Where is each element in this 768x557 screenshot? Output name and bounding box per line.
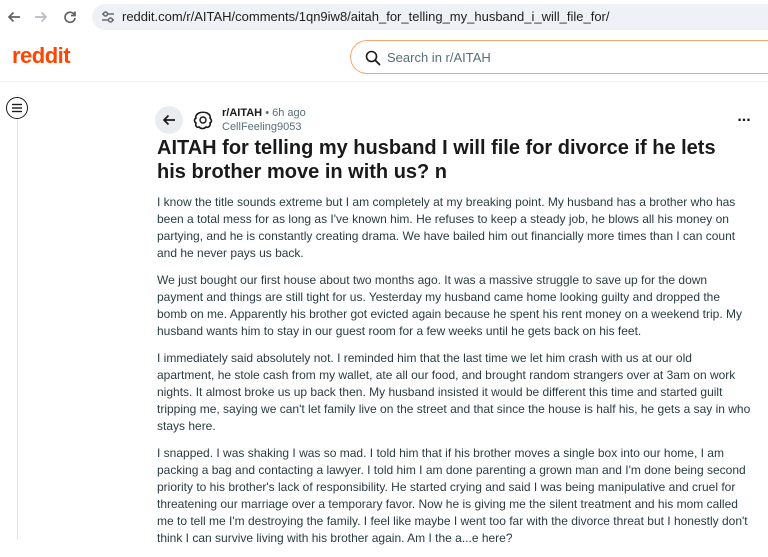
post-body: I know the title sounds extreme but I am… bbox=[157, 194, 751, 557]
meta-separator: • bbox=[265, 107, 270, 119]
back-button[interactable] bbox=[155, 106, 183, 134]
post-paragraph: I immediately said absolutely not. I rem… bbox=[157, 351, 751, 433]
subreddit-avatar-icon[interactable] bbox=[190, 107, 216, 133]
author-link[interactable]: CellFeeling9053 bbox=[222, 121, 302, 133]
hamburger-icon bbox=[12, 103, 22, 113]
more-options-button[interactable]: ... bbox=[734, 109, 754, 126]
reload-icon[interactable] bbox=[60, 7, 80, 27]
search-icon bbox=[365, 50, 381, 66]
url-text[interactable]: reddit.com/r/AITAH/comments/1qn9iw8/aita… bbox=[122, 9, 610, 24]
browser-toolbar: reddit.com/r/AITAH/comments/1qn9iw8/aita… bbox=[0, 0, 768, 35]
reddit-logo[interactable]: reddit bbox=[12, 43, 71, 69]
address-bar[interactable]: reddit.com/r/AITAH/comments/1qn9iw8/aita… bbox=[92, 4, 768, 30]
search-input[interactable] bbox=[387, 47, 747, 67]
post-age: 6h ago bbox=[272, 107, 306, 119]
search-bar[interactable] bbox=[350, 40, 768, 74]
back-arrow-icon[interactable] bbox=[4, 7, 24, 27]
post-paragraph: I know the title sounds extreme but I am… bbox=[157, 195, 736, 260]
forward-arrow-icon[interactable] bbox=[31, 7, 51, 27]
post-title: AITAH for telling my husband I will file… bbox=[157, 137, 716, 183]
post-paragraph: I snapped. I was shaking I was so mad. I… bbox=[157, 446, 748, 545]
menu-button[interactable] bbox=[6, 97, 28, 119]
arrow-left-icon bbox=[162, 114, 175, 126]
site-info-icon[interactable] bbox=[101, 10, 115, 24]
sidebar-divider bbox=[17, 95, 18, 540]
subreddit-link[interactable]: r/AITAH bbox=[222, 107, 262, 119]
site-header: reddit bbox=[0, 34, 768, 82]
post-meta: r/AITAH • 6h ago bbox=[222, 107, 306, 119]
post-paragraph: We just bought our first house about two… bbox=[157, 273, 743, 338]
